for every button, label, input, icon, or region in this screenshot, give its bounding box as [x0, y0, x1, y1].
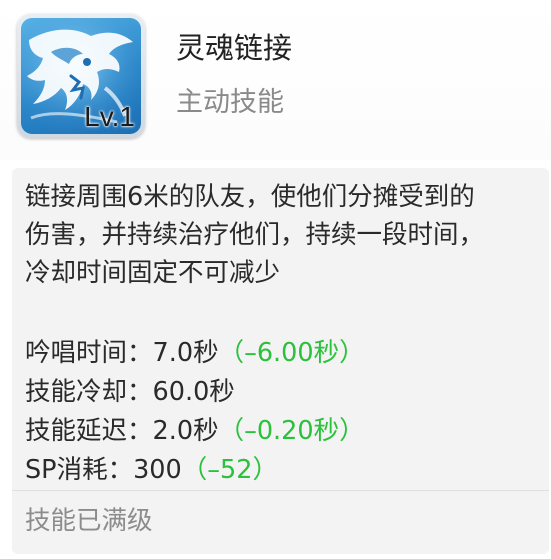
stat-cast-time: 吟唱时间：7.0秒（–6.00秒） — [25, 334, 365, 373]
skill-stats: 吟唱时间：7.0秒（–6.00秒） 技能冷却：60.0秒 技能延迟：2.0秒（–… — [25, 334, 365, 490]
description-line: 冷却时间固定不可减少 — [25, 258, 281, 288]
stat-value: 2.0秒 — [152, 416, 219, 446]
stat-label: 技能冷却： — [25, 377, 153, 407]
stat-bonus: （–52） — [181, 455, 278, 485]
skill-name: 灵魂链接 — [176, 31, 293, 65]
skill-max-level-status: 技能已满级 — [25, 506, 153, 536]
stat-sp-cost: SP消耗：300（–52） — [25, 451, 365, 490]
skill-header: Lv.1 灵魂链接 主动技能 — [0, 0, 551, 160]
stat-label: 吟唱时间： — [25, 338, 153, 368]
stat-label: 技能延迟： — [25, 416, 153, 446]
stat-delay: 技能延迟：2.0秒（–0.20秒） — [25, 412, 365, 451]
skill-icon-frame[interactable]: Lv.1 — [17, 14, 145, 138]
skill-info-panel: 链接周围6米的队友，使他们分摊受到的 伤害，并持续治疗他们，持续一段时间， 冷却… — [12, 168, 549, 554]
skill-type: 主动技能 — [176, 87, 284, 118]
stat-cooldown: 技能冷却：60.0秒 — [25, 373, 365, 412]
stat-bonus: （–6.00秒） — [218, 338, 365, 368]
stat-bonus: （–0.20秒） — [218, 416, 365, 446]
stat-value: 60.0秒 — [152, 377, 235, 407]
skill-description: 链接周围6米的队友，使他们分摊受到的 伤害，并持续治疗他们，持续一段时间， 冷却… — [25, 178, 549, 292]
skill-tooltip: Lv.1 灵魂链接 主动技能 链接周围6米的队友，使他们分摊受到的 伤害，并持续… — [0, 0, 551, 559]
skill-level-badge: Lv.1 — [84, 101, 135, 132]
stat-value: 7.0秒 — [152, 338, 219, 368]
description-line: 链接周围6米的队友，使他们分摊受到的 — [25, 182, 475, 212]
stat-label: SP消耗： — [25, 455, 134, 485]
description-line: 伤害，并持续治疗他们，持续一段时间， — [25, 220, 485, 250]
stat-value: 300 — [133, 455, 182, 485]
panel-divider — [12, 490, 549, 491]
spirit-wolf-icon: Lv.1 — [21, 18, 141, 134]
